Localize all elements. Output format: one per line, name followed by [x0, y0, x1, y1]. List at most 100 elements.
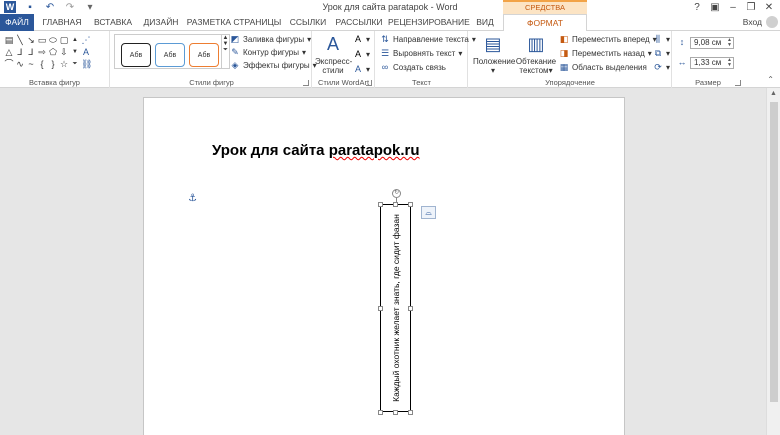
shape-outline-button[interactable]: ✎ Контур фигуры ▾ — [230, 47, 306, 57]
wrap-text-button[interactable]: ▥ Обтекание текстом▾ — [515, 33, 557, 75]
shape-style-orange[interactable]: Абв — [189, 43, 219, 67]
rounded-rect-shape-icon[interactable]: ▢ — [59, 35, 69, 46]
align-button[interactable]: ⫼ ▾ — [653, 34, 670, 44]
draw-textbox-icon[interactable]: A — [81, 47, 91, 58]
text-outline-button[interactable]: A ▾ — [353, 49, 370, 59]
shape-effects-button[interactable]: ◈ Эффекты фигуры ▾ — [230, 60, 317, 70]
gallery-up-icon[interactable]: ▲ — [70, 35, 80, 46]
send-backward-button[interactable]: ◨ Переместить назад ▾ — [559, 48, 652, 58]
help-icon[interactable]: ? — [688, 0, 706, 14]
resize-handle-bottom-right[interactable] — [408, 410, 413, 415]
elbow-connector-shape-icon[interactable]: ⅃ — [15, 47, 25, 58]
rotate-button[interactable]: ⟳ ▾ — [653, 62, 670, 72]
shapes-gallery: ▤ ╲ ↘ ▭ ⬭ ▢ ▲ ⋰ △ ⅃ ⅃ ⇨ ⬠ ⇩ ▼ A ⌒ ∿ ~ { … — [4, 35, 92, 70]
elbow-arrow-shape-icon[interactable]: ⅃ — [26, 47, 36, 58]
width-icon: ↔ — [677, 57, 687, 67]
close-icon[interactable]: ✕ — [760, 0, 778, 14]
text-fill-button[interactable]: A ▾ — [353, 34, 370, 44]
position-button[interactable]: ▤ Положение ▾ — [473, 33, 515, 75]
gallery-down-icon[interactable]: ▼ — [70, 47, 80, 58]
create-link-button[interactable]: ∞ Создать связь — [380, 62, 446, 72]
bring-forward-button[interactable]: ◧ Переместить вперед ▾ — [559, 34, 657, 44]
quick-styles-button[interactable]: A Экспресс- стили — [315, 33, 352, 75]
resize-handle-bottom-left[interactable] — [378, 410, 383, 415]
sign-in-link[interactable]: Вход — [743, 17, 762, 27]
textbox-shape-icon[interactable]: ▤ — [4, 35, 14, 46]
resize-handle-top-right[interactable] — [408, 202, 413, 207]
group-label: Упорядочение — [545, 78, 595, 87]
resize-handle-right[interactable] — [408, 306, 413, 311]
line-shape-icon[interactable]: ╲ — [15, 35, 25, 46]
minimize-icon[interactable]: – — [724, 0, 742, 14]
height-field[interactable]: 9,08 см ▲ ▼ — [690, 37, 734, 49]
window-controls: ? ▣ – ❐ ✕ — [688, 0, 778, 14]
resize-handle-top-left[interactable] — [378, 202, 383, 207]
tab-review[interactable]: РЕЦЕНЗИРОВАНИЕ — [388, 14, 470, 31]
styles-gallery-scroll[interactable]: ▲ ▼ ⏷ — [222, 34, 230, 69]
tab-format[interactable]: ФОРМАТ — [503, 14, 587, 32]
dialog-launcher-icon[interactable] — [303, 80, 309, 86]
shape-fill-button[interactable]: ◩ Заливка фигуры ▾ — [230, 34, 311, 44]
gallery-more-icon[interactable]: ⏷ — [70, 59, 80, 70]
anchor-icon[interactable]: ⚓ — [188, 193, 197, 204]
dialog-launcher-icon[interactable] — [366, 80, 372, 86]
resize-handle-left[interactable] — [378, 306, 383, 311]
left-brace-shape-icon[interactable]: { — [37, 59, 47, 70]
user-avatar-icon[interactable] — [766, 16, 778, 28]
document-page[interactable]: Урок для сайта paratapok.ru ⚓ ↻ Каждый о… — [143, 97, 625, 435]
selection-pane-button[interactable]: ▦ Область выделения — [559, 62, 647, 72]
down-arrow-shape-icon[interactable]: ⇩ — [59, 47, 69, 58]
scrollbar-thumb[interactable] — [770, 102, 778, 402]
edit-shape-icon[interactable]: ⋰ — [81, 35, 91, 46]
align-text-button[interactable]: ☰ Выровнять текст ▾ — [380, 48, 462, 58]
curve-shape-icon[interactable]: ⌒ — [4, 59, 14, 70]
text-link-icon[interactable]: ⛓ — [81, 59, 92, 70]
group-objects-button[interactable]: ⧉ ▾ — [653, 48, 670, 58]
dialog-launcher-icon[interactable] — [735, 80, 741, 86]
vertical-scrollbar[interactable]: ▲ — [766, 88, 780, 435]
text-direction-button[interactable]: ⇅ Направление текста ▾ — [380, 34, 476, 44]
rectangle-shape-icon[interactable]: ▭ — [37, 35, 47, 46]
group-arrange: ▤ Положение ▾ ▥ Обтекание текстом▾ ◧ Пере… — [469, 31, 672, 88]
effects-icon: ◈ — [231, 60, 239, 70]
width-field[interactable]: 1,33 см ▲ ▼ — [690, 57, 734, 69]
tab-file[interactable]: ФАЙЛ — [0, 14, 34, 31]
resize-handle-bottom[interactable] — [393, 410, 398, 415]
scribble-shape-icon[interactable]: ~ — [26, 59, 36, 70]
text-direction-icon: ⇅ — [381, 34, 389, 44]
shape-style-black[interactable]: Абв — [121, 43, 151, 67]
text-effects-button[interactable]: A ▾ — [353, 64, 370, 74]
tab-view[interactable]: ВИД — [472, 14, 498, 31]
rotate-handle-icon[interactable]: ↻ — [392, 189, 401, 198]
tab-home[interactable]: ГЛАВНАЯ — [38, 14, 86, 31]
height-spinner-icon[interactable]: ▲ ▼ — [727, 38, 732, 48]
tab-mailings[interactable]: РАССЫЛКИ — [334, 14, 384, 31]
group-label: Стили WordArt — [317, 78, 370, 87]
tab-references[interactable]: ССЫЛКИ — [286, 14, 330, 31]
shape-style-blue[interactable]: Абв — [155, 43, 185, 67]
collapse-ribbon-icon[interactable]: ⌃ — [767, 75, 774, 84]
pentagon-shape-icon[interactable]: ⬠ — [48, 47, 58, 58]
arrow-line-shape-icon[interactable]: ↘ — [26, 35, 36, 46]
oval-shape-icon[interactable]: ⬭ — [48, 35, 58, 46]
scroll-up-icon[interactable]: ▲ — [767, 90, 780, 97]
tab-insert[interactable]: ВСТАВКА — [90, 14, 136, 31]
triangle-shape-icon[interactable]: △ — [4, 47, 14, 58]
restore-icon[interactable]: ❐ — [742, 0, 760, 14]
right-brace-shape-icon[interactable]: } — [48, 59, 58, 70]
freeform-shape-icon[interactable]: ∿ — [15, 59, 25, 70]
star-shape-icon[interactable]: ☆ — [59, 59, 69, 70]
group-shape-styles: Абв Абв Абв ▲ ▼ ⏷ ◩ Заливка фигуры ▾ ✎ Контур… — [112, 31, 317, 88]
group-size: ↕ 9,08 см ▲ ▼ ↔ 1,33 см ▲ ▼ Размер — [673, 31, 743, 88]
layout-options-icon[interactable]: ⌓ — [421, 206, 436, 219]
vertical-textbox[interactable]: Каждый охотник желает знать, где сидит ф… — [380, 204, 411, 412]
width-spinner-icon[interactable]: ▲ ▼ — [727, 58, 732, 68]
right-arrow-shape-icon[interactable]: ⇨ — [37, 47, 47, 58]
document-heading[interactable]: Урок для сайта paratapok.ru — [212, 142, 420, 159]
title-bar: W ▪ ↶ ↷ ▾ Урок для сайта paratapok - Wor… — [0, 0, 780, 24]
textbox-text[interactable]: Каждый охотник желает знать, где сидит ф… — [391, 214, 401, 402]
ribbon-display-icon[interactable]: ▣ — [706, 0, 724, 14]
tab-layout[interactable]: РАЗМЕТКА СТРАНИЦЫ — [186, 14, 282, 31]
resize-handle-top[interactable] — [393, 202, 398, 207]
tab-design[interactable]: ДИЗАЙН — [140, 14, 182, 31]
